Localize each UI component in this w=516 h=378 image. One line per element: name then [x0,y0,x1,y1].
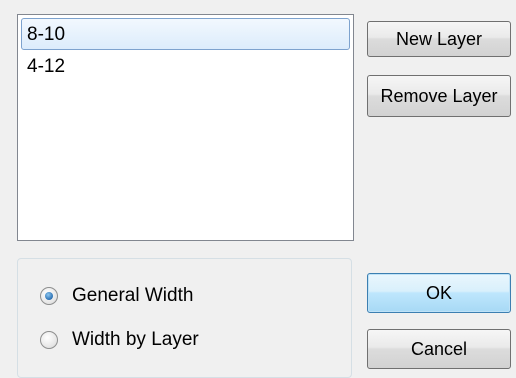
cancel-button[interactable]: Cancel [367,329,511,369]
width-option-group: General Width Width by Layer [17,258,352,378]
general-width-label: General Width [72,285,194,306]
new-layer-button[interactable]: New Layer [367,21,511,57]
layer-item-4-12[interactable]: 4-12 [21,50,350,82]
layer-item-8-10[interactable]: 8-10 [21,18,350,50]
width-by-layer-label: Width by Layer [72,329,199,350]
ok-button[interactable]: OK [367,273,511,313]
layer-list[interactable]: 8-10 4-12 [17,14,354,241]
width-by-layer-radio[interactable]: Width by Layer [40,327,199,353]
radio-unchecked-icon[interactable] [40,331,58,349]
remove-layer-button[interactable]: Remove Layer [367,75,511,117]
general-width-radio[interactable]: General Width [40,283,193,309]
radio-checked-icon[interactable] [40,287,58,305]
